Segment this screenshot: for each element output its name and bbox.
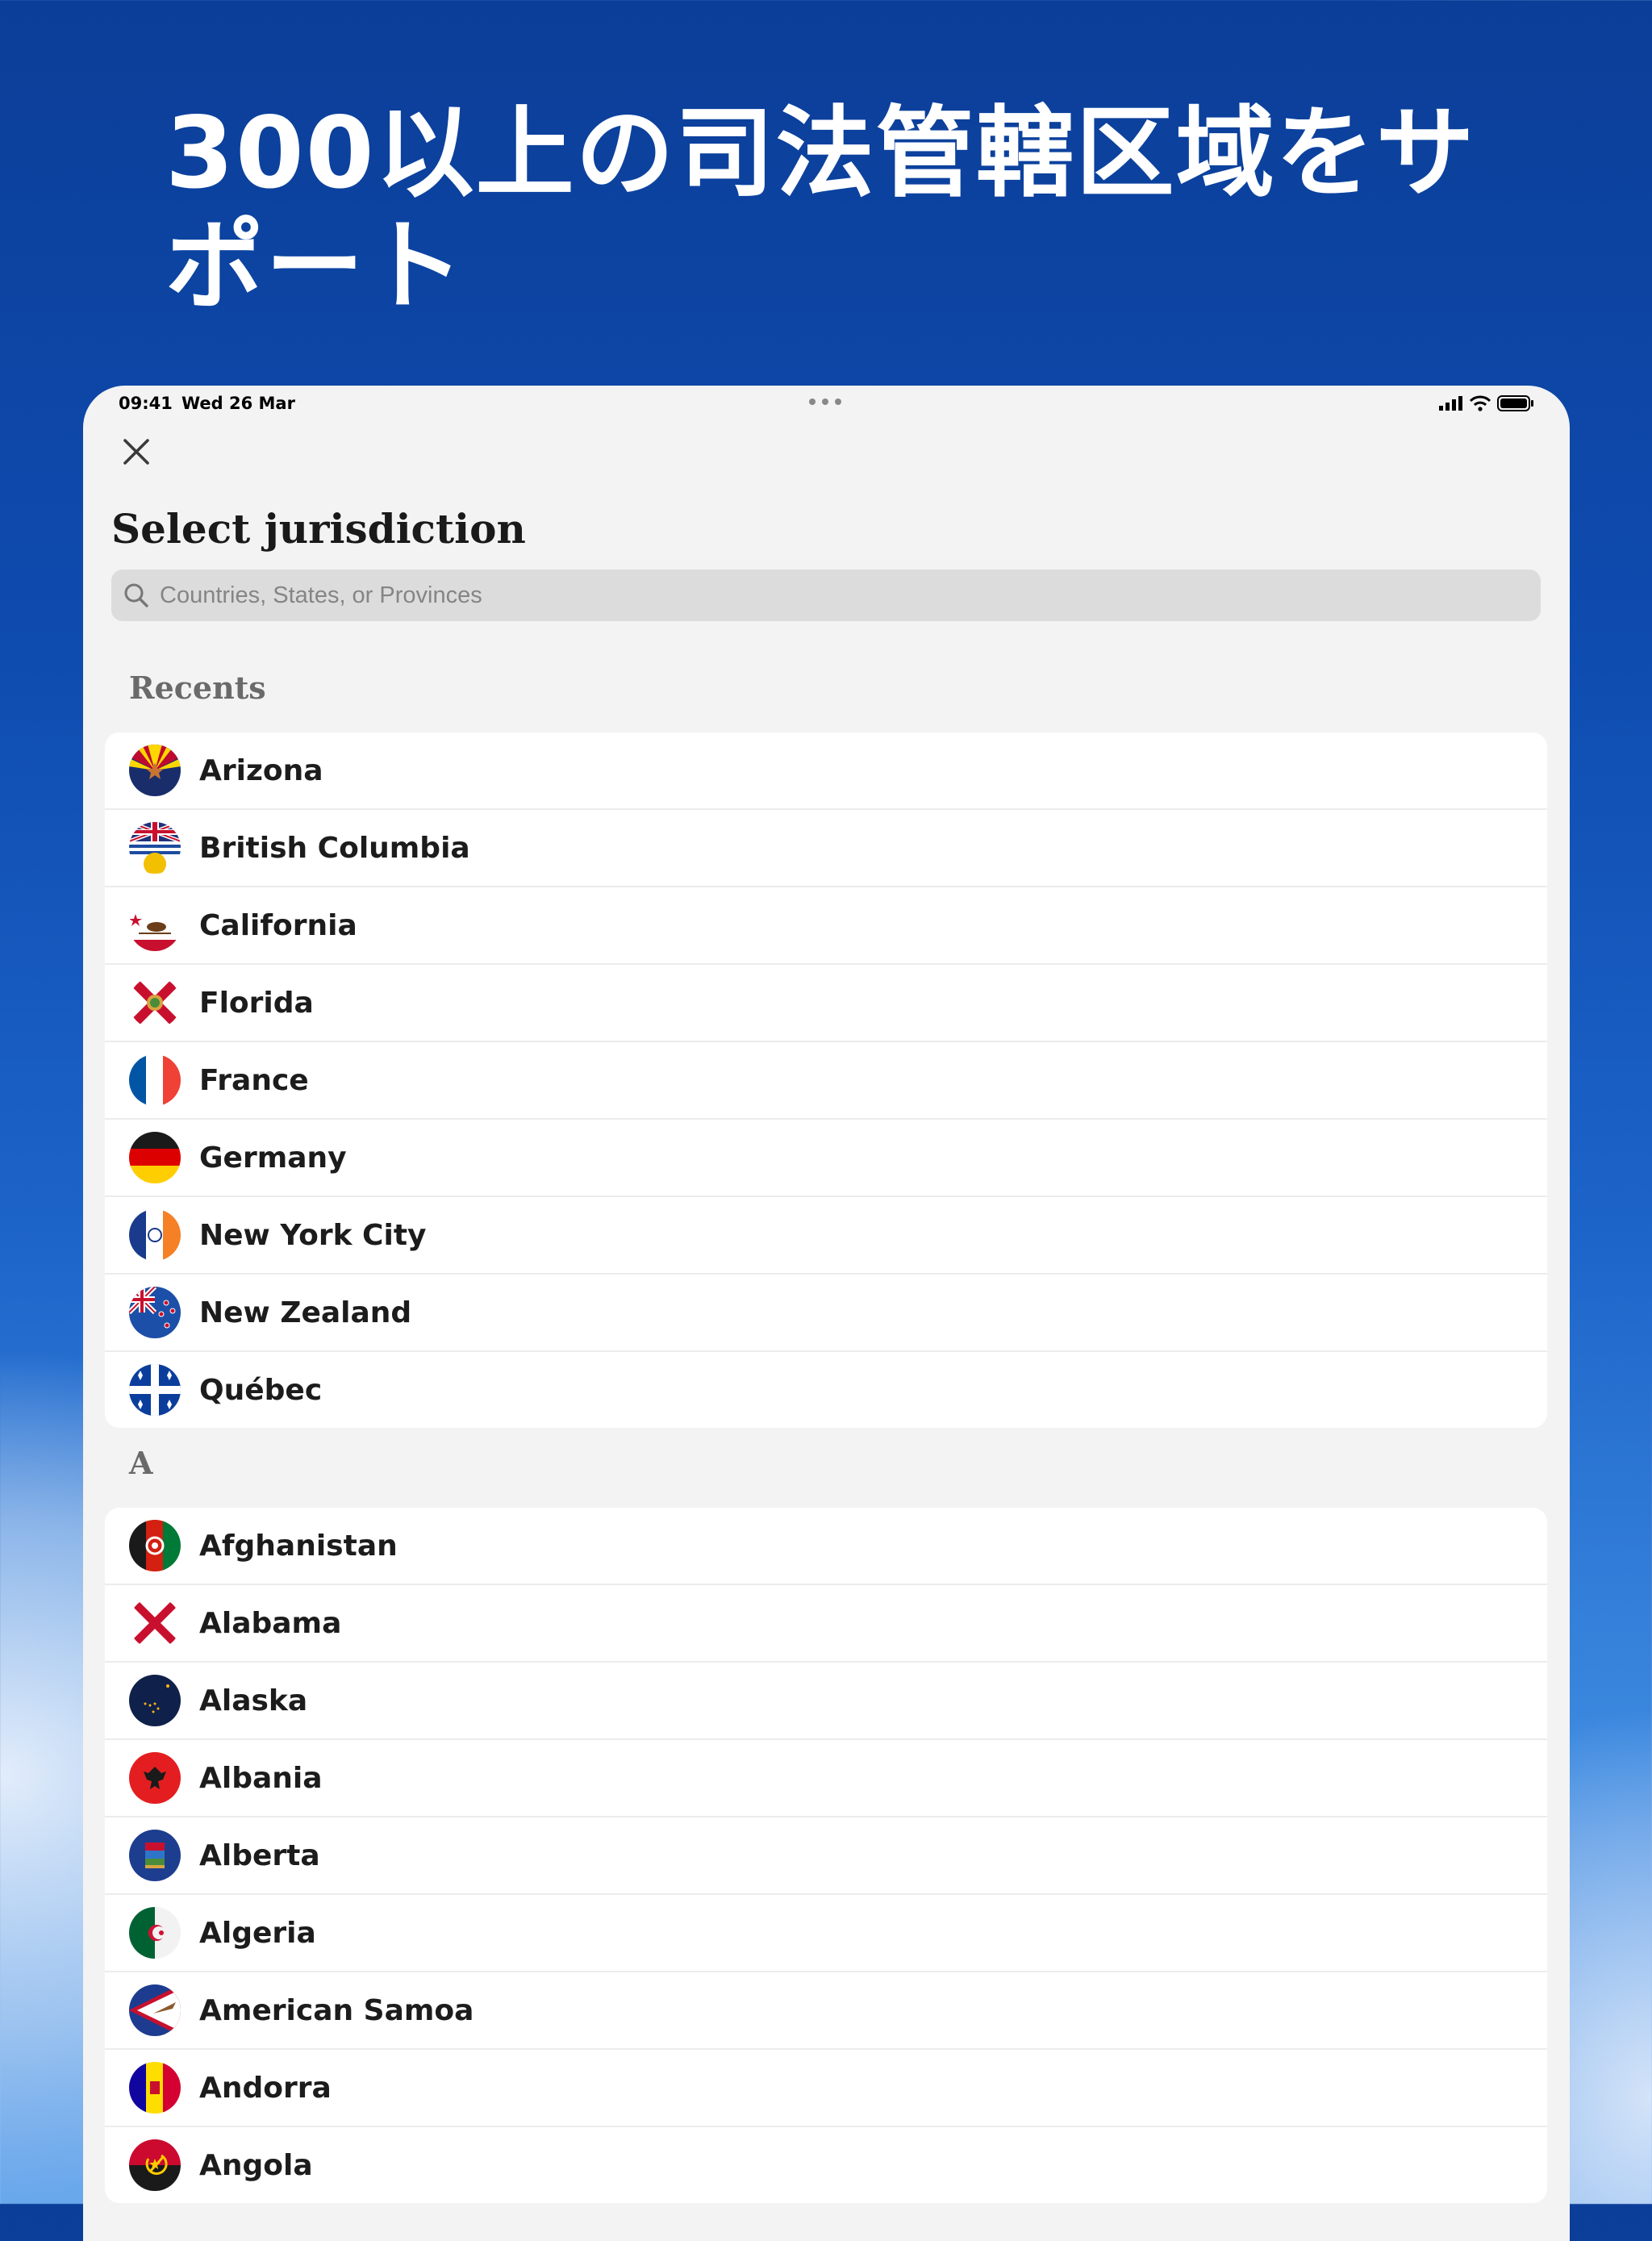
list-item[interactable]: California (105, 886, 1547, 963)
list-item-label: American Samoa (199, 1993, 474, 2027)
list-item[interactable]: American Samoa (105, 1971, 1547, 2048)
british-columbia-flag-icon (129, 822, 181, 874)
section-header-recents: Recents (129, 670, 266, 706)
list-item[interactable]: Afghanistan (105, 1508, 1547, 1584)
multitasking-dots-icon[interactable] (809, 399, 841, 407)
list-item[interactable]: Québec (105, 1350, 1547, 1428)
search-input[interactable] (158, 581, 1492, 610)
headline: 300以上の司法管轄区域をサポート (165, 96, 1476, 323)
recents-list: Arizona British Columbia California Flor… (105, 732, 1547, 1428)
list-item-label: Florida (199, 986, 314, 1020)
quebec-flag-icon (129, 1364, 181, 1416)
list-item-label: Alaska (199, 1684, 308, 1717)
list-item-label: Alabama (199, 1606, 342, 1640)
germany-flag-icon (129, 1132, 181, 1183)
list-item-label: Québec (199, 1373, 323, 1407)
list-item-label: Albania (199, 1761, 323, 1795)
angola-flag-icon (129, 2139, 181, 2191)
list-item[interactable]: Alaska (105, 1661, 1547, 1738)
list-item[interactable]: Alberta (105, 1816, 1547, 1893)
search-icon (124, 583, 148, 607)
list-item-label: Afghanistan (199, 1529, 398, 1563)
list-item[interactable]: Arizona (105, 732, 1547, 808)
list-item[interactable]: New York City (105, 1196, 1547, 1273)
list-item[interactable]: Andorra (105, 2048, 1547, 2126)
new-york-city-flag-icon (129, 1209, 181, 1261)
list-item-label: Andorra (199, 2071, 332, 2105)
search-bar[interactable] (111, 570, 1541, 621)
list-item-label: Germany (199, 1141, 347, 1175)
list-item-label: California (199, 908, 357, 942)
alaska-flag-icon (129, 1675, 181, 1726)
status-bar: 09:41 Wed 26 Mar (83, 386, 1570, 423)
list-item[interactable]: Algeria (105, 1893, 1547, 1971)
section-a-list: Afghanistan Alabama Alaska Albania Alber… (105, 1508, 1547, 2203)
cellular-signal-icon (1439, 396, 1462, 411)
list-item[interactable]: Angola (105, 2126, 1547, 2203)
list-item-label: Angola (199, 2148, 313, 2182)
andorra-flag-icon (129, 2062, 181, 2114)
list-item[interactable]: Germany (105, 1118, 1547, 1196)
list-item[interactable]: Florida (105, 963, 1547, 1041)
close-icon (123, 439, 149, 465)
albania-flag-icon (129, 1752, 181, 1804)
california-flag-icon (129, 899, 181, 951)
france-flag-icon (129, 1054, 181, 1106)
close-button[interactable] (114, 429, 159, 474)
arizona-flag-icon (129, 745, 181, 796)
list-item-label: Alberta (199, 1838, 320, 1872)
algeria-flag-icon (129, 1907, 181, 1959)
list-item-label: France (199, 1063, 309, 1097)
list-item-label: Arizona (199, 753, 323, 787)
status-indicators (1439, 395, 1534, 411)
wifi-icon (1470, 395, 1491, 411)
list-item-label: British Columbia (199, 831, 470, 865)
florida-flag-icon (129, 977, 181, 1029)
alabama-flag-icon (129, 1597, 181, 1649)
list-item-label: Algeria (199, 1916, 316, 1950)
american-samoa-flag-icon (129, 1984, 181, 2036)
list-item[interactable]: Albania (105, 1738, 1547, 1816)
section-header-a: A (129, 1445, 153, 1481)
new-zealand-flag-icon (129, 1287, 181, 1338)
list-item-label: New York City (199, 1218, 427, 1252)
status-time: 09:41 (119, 394, 173, 413)
page-title: Select jurisdiction (111, 505, 526, 553)
afghanistan-flag-icon (129, 1520, 181, 1571)
list-item-label: New Zealand (199, 1296, 412, 1329)
status-date: Wed 26 Mar (181, 394, 295, 413)
list-item[interactable]: Alabama (105, 1584, 1547, 1661)
app-screen: 09:41 Wed 26 Mar Select jurisdiction Cou… (83, 386, 1570, 2241)
battery-icon (1497, 395, 1533, 411)
list-item[interactable]: New Zealand (105, 1273, 1547, 1350)
list-item[interactable]: France (105, 1041, 1547, 1118)
alberta-flag-icon (129, 1830, 181, 1881)
list-item[interactable]: British Columbia (105, 808, 1547, 886)
